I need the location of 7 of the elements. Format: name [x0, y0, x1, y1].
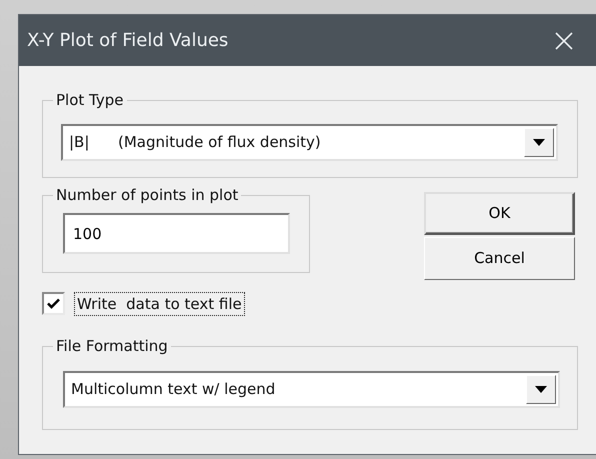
dialog-button[interactable]: OK	[424, 192, 575, 235]
file-format-dropdown[interactable]: Multicolumn text w/ legend	[63, 371, 560, 408]
window-title: X-Y Plot of Field Values	[27, 29, 228, 53]
checkbox-label[interactable]: Write data to text file	[75, 292, 244, 314]
dialog-button[interactable]: Cancel	[424, 237, 575, 280]
points-input[interactable]: 100	[63, 213, 290, 254]
plot-type-dropdown[interactable]: |B| (Magnitude of flux density)	[61, 124, 558, 161]
